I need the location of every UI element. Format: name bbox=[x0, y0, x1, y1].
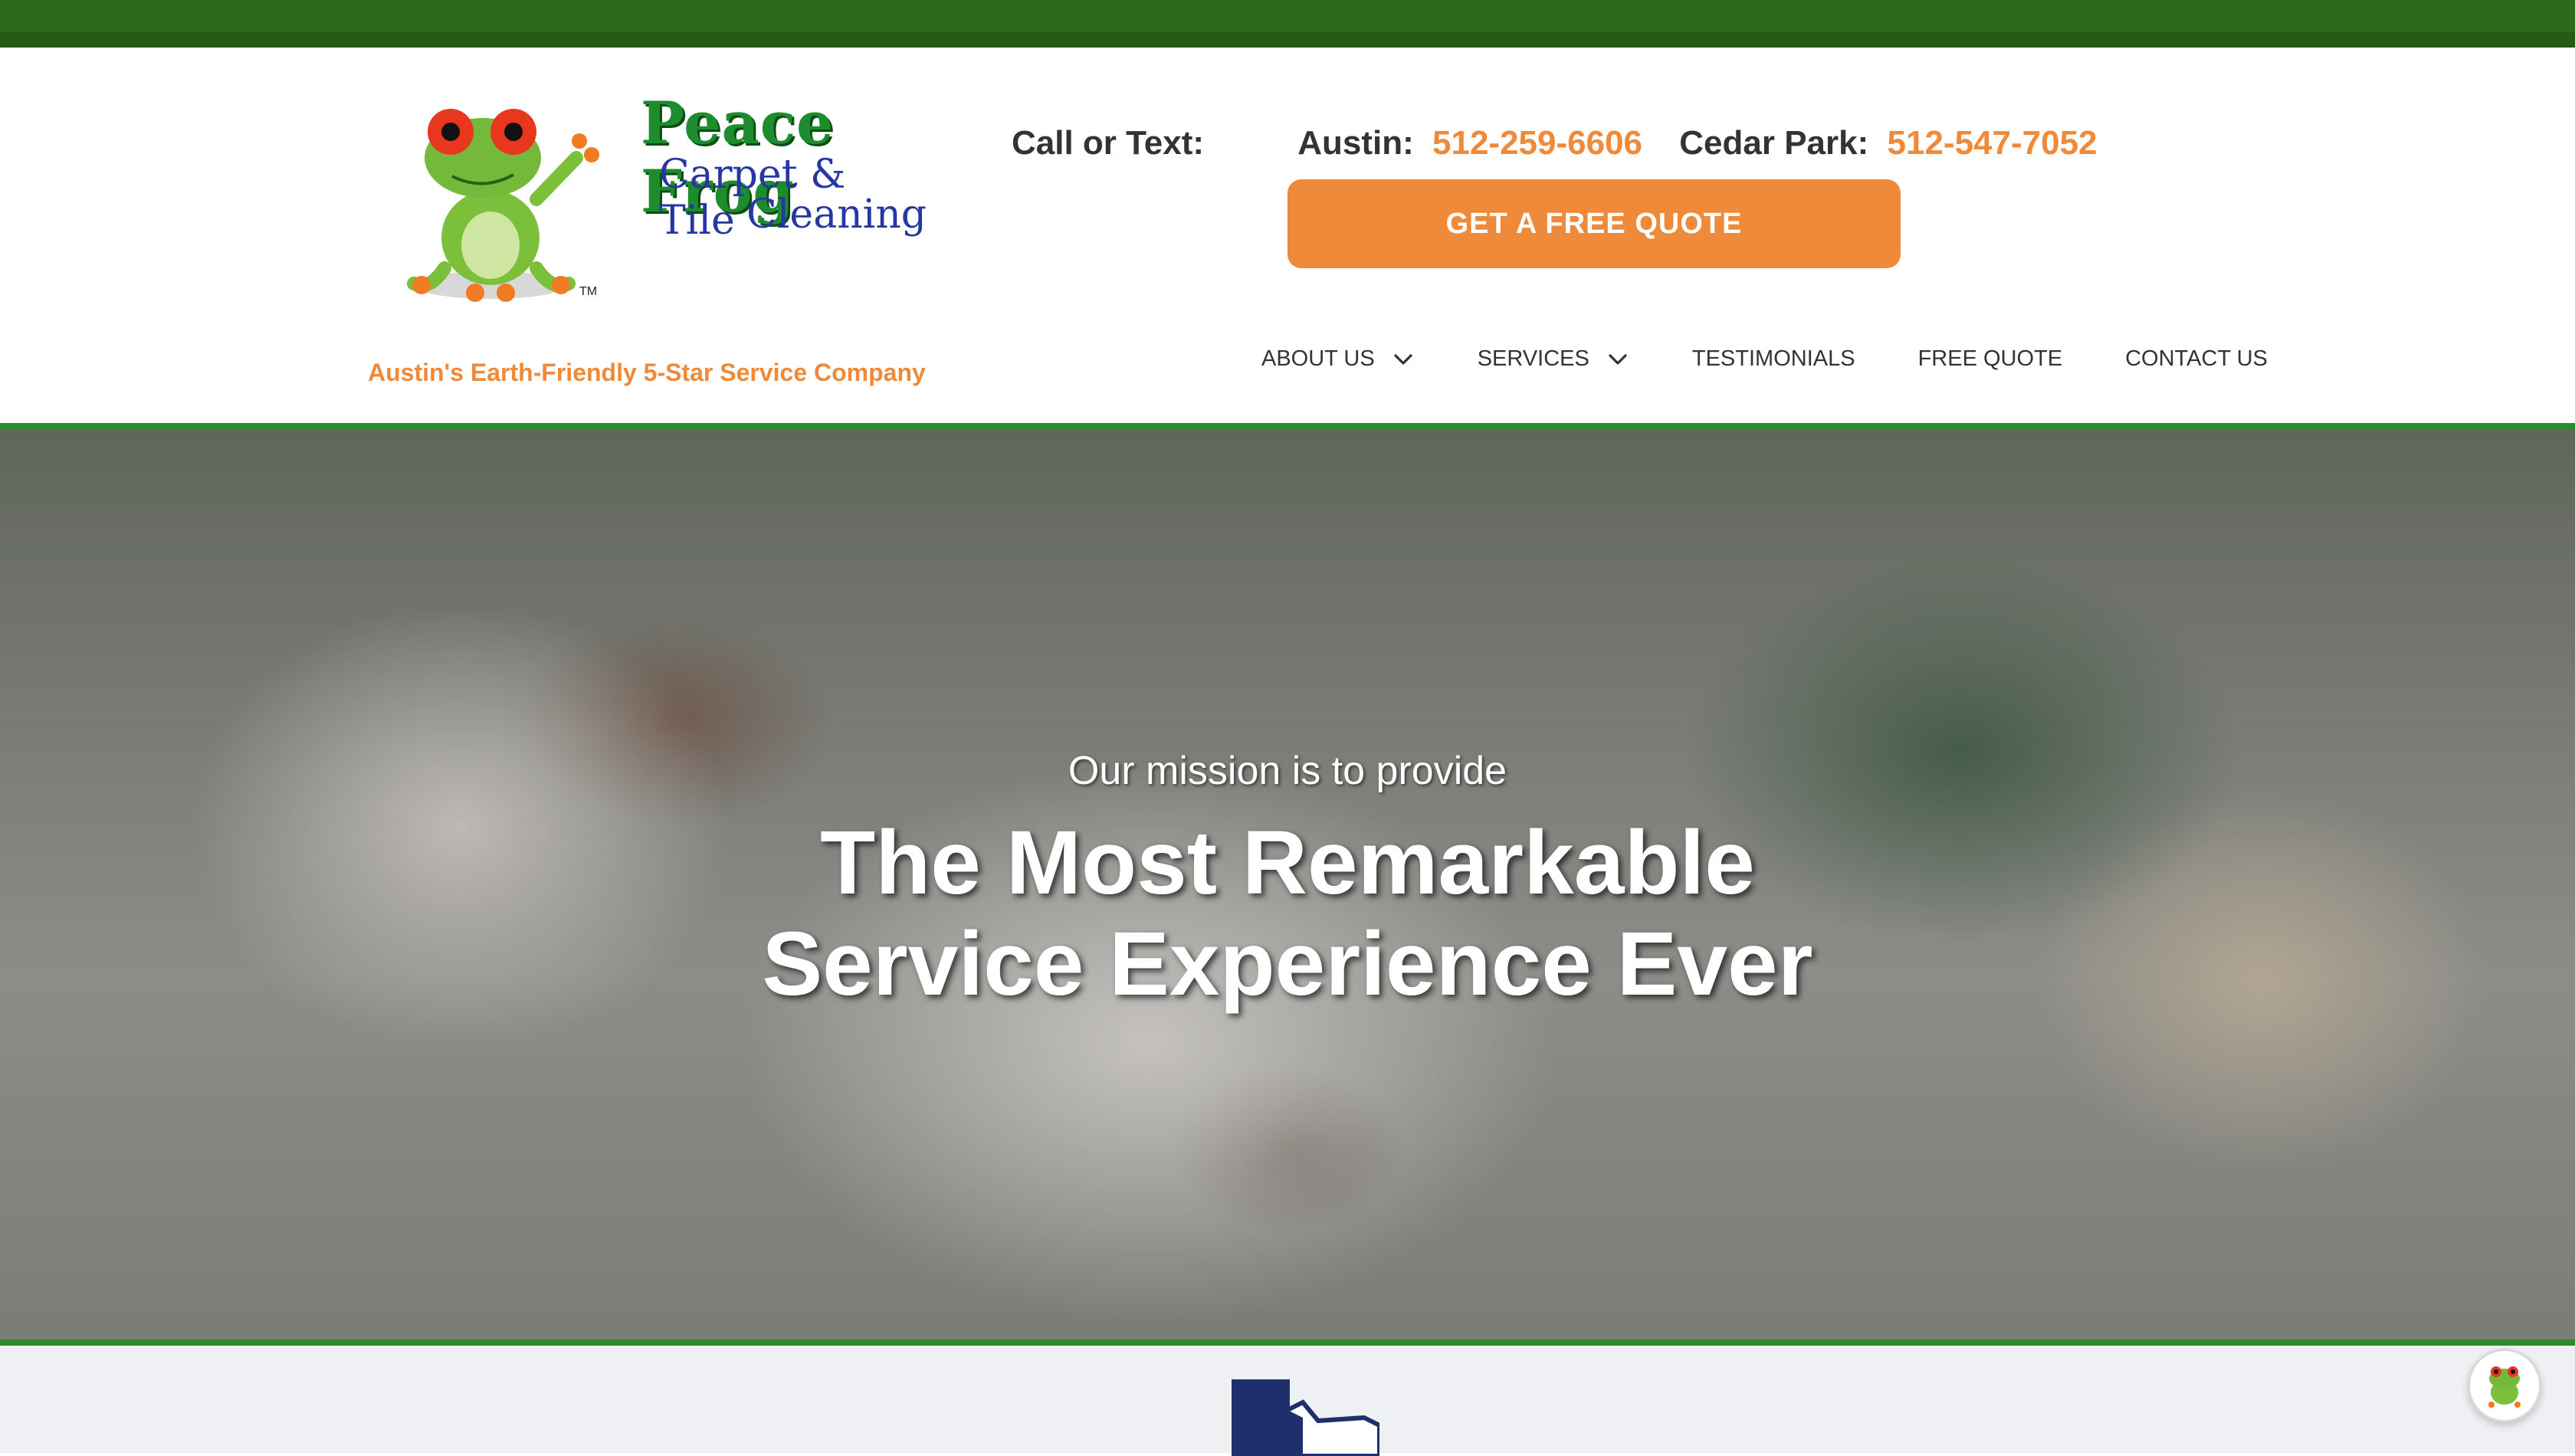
hero-banner: Our mission is to provide The Most Remar… bbox=[0, 423, 2575, 1346]
site-header: Peace Frog Carpet & Tile Cleaning TM Aus… bbox=[0, 48, 2575, 423]
peace-frog-logo[interactable]: Peace Frog Carpet & Tile Cleaning TM bbox=[399, 84, 927, 314]
nav-testimonials[interactable]: TESTIMONIALS bbox=[1692, 346, 1855, 372]
hero-subtitle: Our mission is to provide bbox=[1068, 749, 1507, 793]
logo-line-2: Cleaning bbox=[746, 192, 927, 238]
nav-about-us-label: ABOUT US bbox=[1261, 346, 1375, 371]
frog-mascot-icon bbox=[407, 109, 599, 302]
nav-contact-us-label: CONTACT US bbox=[2125, 346, 2268, 371]
main-nav: ABOUT US SERVICES TESTIMONIALS FREE QUOT… bbox=[1261, 346, 2268, 372]
cedar-park-phone-link[interactable]: 512-547-7052 bbox=[1888, 124, 2098, 162]
nav-contact-us[interactable]: CONTACT US bbox=[2125, 346, 2268, 372]
nav-about-us[interactable]: ABOUT US bbox=[1261, 346, 1415, 372]
trademark-mark: TM bbox=[579, 285, 598, 298]
nav-services-label: SERVICES bbox=[1477, 346, 1589, 371]
austin-phone-link[interactable]: 512-259-6606 bbox=[1432, 124, 1642, 162]
get-free-quote-button[interactable]: GET A FREE QUOTE bbox=[1288, 179, 1901, 268]
next-section bbox=[0, 1346, 2575, 1456]
cedar-park-label: Cedar Park: bbox=[1679, 124, 1869, 162]
chevron-down-icon bbox=[1609, 353, 1627, 365]
company-tagline: Austin's Earth-Friendly 5-Star Service C… bbox=[368, 359, 926, 386]
contact-phones: Call or Text: Austin: 512-259-6606 Cedar… bbox=[1012, 124, 2098, 162]
chat-widget-button[interactable] bbox=[2468, 1349, 2541, 1422]
chevron-down-icon bbox=[1394, 353, 1412, 365]
hero-title: The Most Remarkable Service Experience E… bbox=[0, 812, 2575, 1015]
hero-title-line-1: The Most Remarkable bbox=[820, 812, 1755, 913]
texas-map-icon bbox=[1232, 1379, 1379, 1456]
austin-label: Austin: bbox=[1297, 124, 1414, 162]
nav-services[interactable]: SERVICES bbox=[1478, 346, 1629, 372]
top-green-bar bbox=[0, 0, 2575, 48]
call-or-text-label: Call or Text: bbox=[1012, 124, 1205, 162]
nav-free-quote[interactable]: FREE QUOTE bbox=[1918, 346, 2063, 372]
nav-free-quote-label: FREE QUOTE bbox=[1917, 346, 2063, 371]
frog-chat-icon bbox=[2488, 1366, 2521, 1408]
hero-title-line-2: Service Experience Ever bbox=[762, 913, 1813, 1015]
nav-testimonials-label: TESTIMONIALS bbox=[1691, 346, 1855, 371]
